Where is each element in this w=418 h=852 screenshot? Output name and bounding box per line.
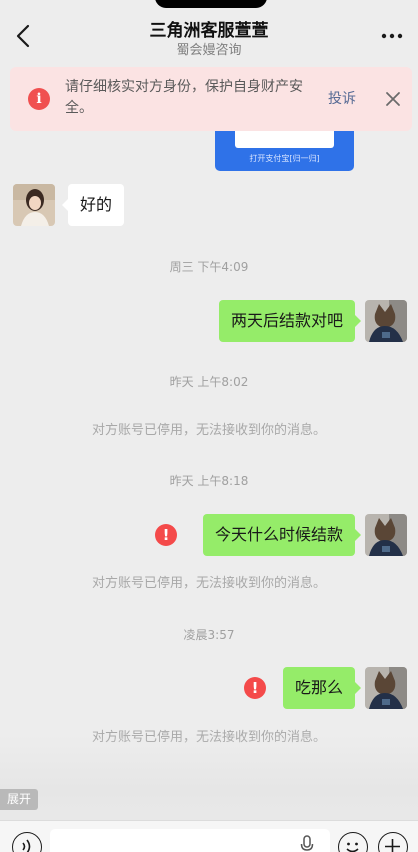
system-notice: 对方账号已停用，无法接收到你的消息。 [91, 423, 326, 438]
bottom-fade [0, 735, 418, 825]
status-notch [155, 0, 267, 8]
message-bubble-outgoing[interactable]: 今天什么时候结款 [202, 514, 361, 556]
chat-input-bar [0, 820, 418, 852]
mic-icon[interactable] [300, 835, 314, 852]
payment-card-label: 打开支付宝[归一归] [249, 154, 320, 163]
bubble-tail [355, 315, 361, 327]
error-icon[interactable]: ! [155, 524, 177, 546]
message-bubble-outgoing[interactable]: 吃那么 [282, 667, 361, 709]
security-warning-banner: i 请仔细核实对方身份，保护自身财产安全。 投诉 [10, 67, 412, 131]
emoji-icon[interactable] [338, 832, 368, 852]
payment-card[interactable]: 打开支付宝[归一归] [215, 126, 354, 171]
message-input[interactable] [50, 829, 330, 852]
my-avatar[interactable] [365, 300, 407, 342]
timestamp: 昨天 上午8:02 [169, 375, 249, 389]
message-bubble-incoming[interactable]: 好的 [62, 184, 125, 226]
message-text: 吃那么 [294, 678, 343, 697]
my-avatar[interactable] [365, 514, 407, 556]
error-icon[interactable]: ! [244, 677, 266, 699]
contact-avatar[interactable] [13, 184, 55, 226]
warning-text: 请仔细核实对方身份，保护自身财产安全。 [65, 79, 303, 116]
system-notice: 对方账号已停用，无法接收到你的消息。 [91, 576, 326, 591]
message-text: 今天什么时候结款 [214, 525, 343, 544]
chat-subtitle: 蜀会嫚咨询 [176, 43, 242, 58]
close-icon[interactable] [384, 90, 402, 108]
warning-icon: i [28, 88, 50, 110]
timestamp: 周三 下午4:09 [169, 260, 249, 274]
message-text: 两天后结款对吧 [230, 311, 343, 330]
bubble-tail [62, 199, 68, 211]
expand-button[interactable]: 展开 [0, 789, 38, 810]
bubble-tail [355, 682, 361, 694]
more-icon[interactable] [380, 26, 404, 46]
message-text: 好的 [80, 195, 113, 214]
report-link[interactable]: 投诉 [328, 88, 356, 108]
voice-icon[interactable] [12, 832, 42, 852]
plus-icon[interactable] [378, 832, 408, 852]
chat-header: 三角洲客服萱萱 蜀会嫚咨询 [0, 8, 418, 64]
payment-card-field [235, 128, 334, 148]
my-avatar[interactable] [365, 667, 407, 709]
timestamp: 昨天 上午8:18 [169, 474, 249, 488]
message-bubble-outgoing[interactable]: 两天后结款对吧 [218, 300, 361, 342]
timestamp: 凌晨3:57 [183, 628, 235, 642]
bubble-tail [355, 529, 361, 541]
chat-title: 三角洲客服萱萱 [149, 21, 269, 41]
